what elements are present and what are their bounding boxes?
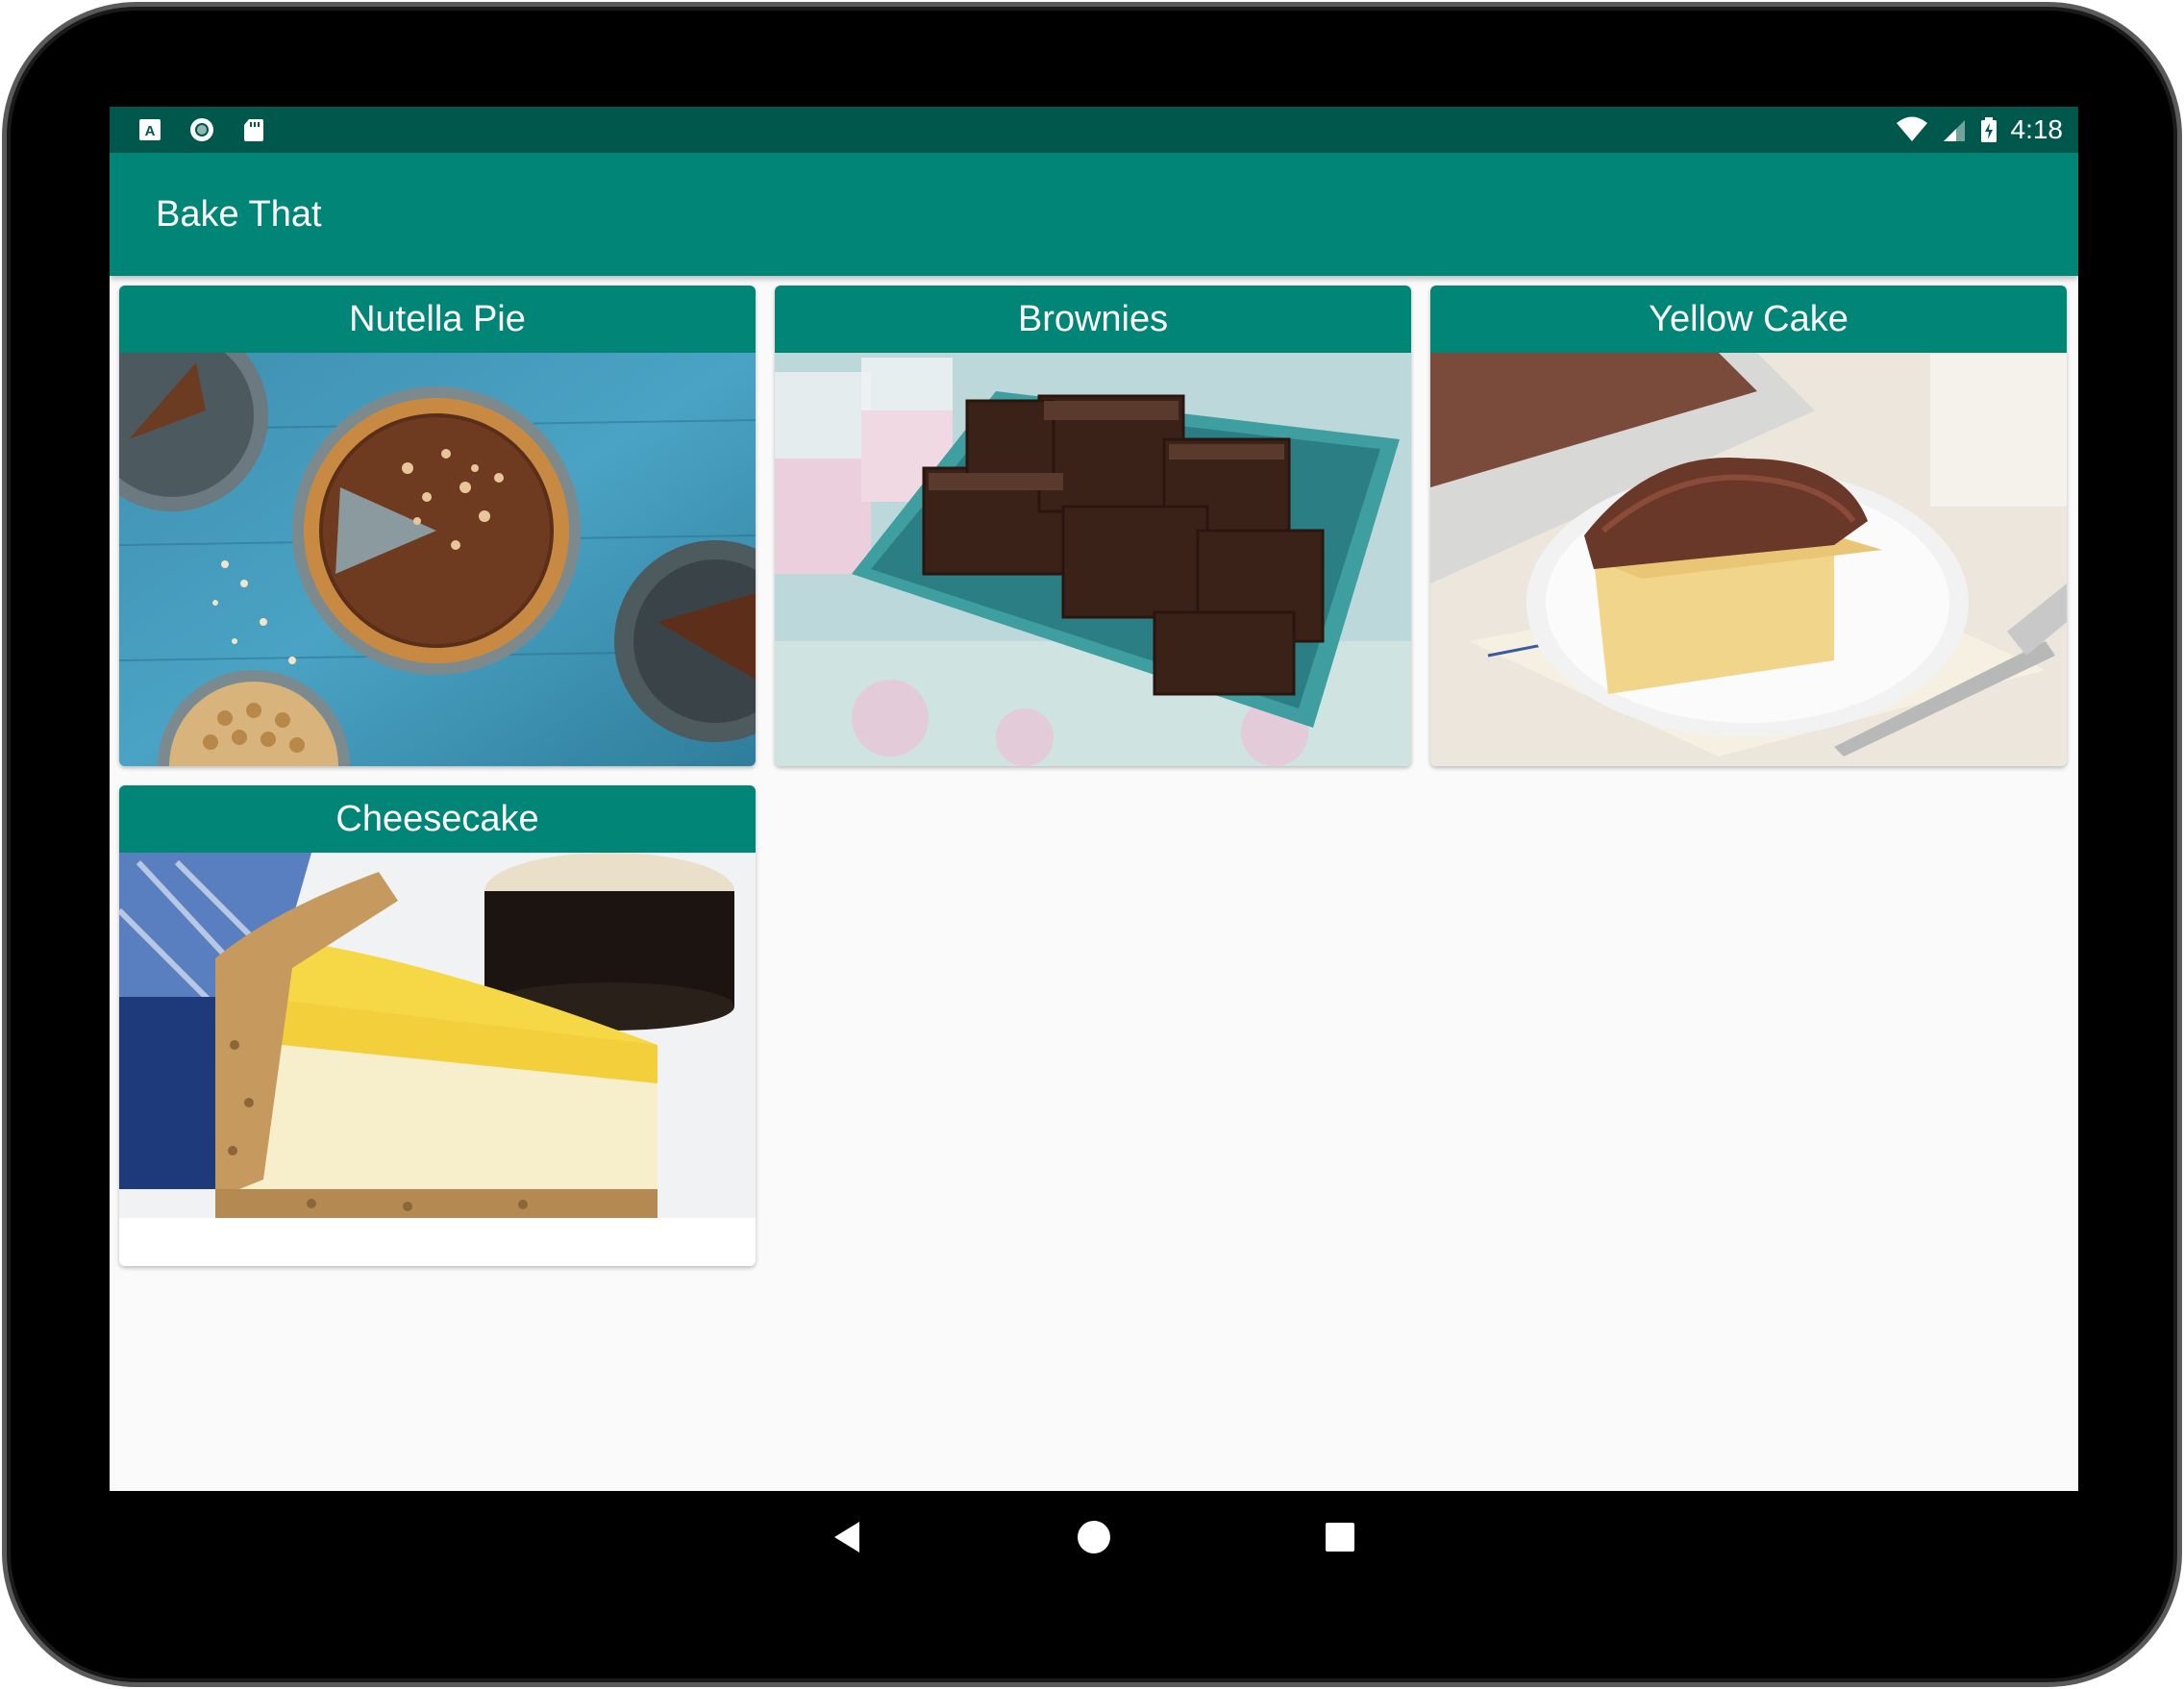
nutella-pie-image <box>119 353 756 766</box>
recipe-card-title: Cheesecake <box>119 785 756 853</box>
recipe-card-title: Nutella Pie <box>119 286 756 353</box>
svg-text:A: A <box>145 123 156 139</box>
recents-icon <box>1326 1523 1354 1552</box>
brownies-image <box>775 353 1411 766</box>
back-icon <box>834 1522 859 1552</box>
recipe-card-title: Yellow Cake <box>1430 286 2067 353</box>
recipe-card-brownies[interactable]: Brownies <box>775 286 1411 766</box>
nav-recents-button[interactable] <box>1311 1508 1369 1566</box>
accessibility-a-icon: A <box>139 119 161 140</box>
wifi-icon <box>1896 116 1927 141</box>
navigation-bar <box>110 1491 2078 1583</box>
status-clock: 4:18 <box>2010 114 2064 144</box>
nav-back-button[interactable] <box>819 1508 877 1566</box>
home-icon <box>1078 1521 1110 1553</box>
yellow-cake-image <box>1430 353 2067 766</box>
cheesecake-image <box>119 853 756 1266</box>
app-bar: Bake That <box>110 153 2078 276</box>
screen: A 4:18 Bake That Nutella Pie Brownies Ye… <box>110 107 2078 1491</box>
sd-card-icon <box>244 119 263 141</box>
record-circle-icon <box>190 118 213 141</box>
recipe-card-title: Brownies <box>775 286 1411 353</box>
recipe-card-cheesecake[interactable]: Cheesecake <box>119 785 756 1266</box>
app-title: Bake That <box>156 194 322 235</box>
recipe-card-yellow-cake[interactable]: Yellow Cake <box>1430 286 2067 766</box>
status-bar: A 4:18 <box>110 107 2078 153</box>
cell-signal-icon <box>1943 120 1965 141</box>
battery-charging-icon <box>1980 117 1997 142</box>
nav-home-button[interactable] <box>1065 1508 1123 1566</box>
recipe-card-nutella-pie[interactable]: Nutella Pie <box>119 286 756 766</box>
